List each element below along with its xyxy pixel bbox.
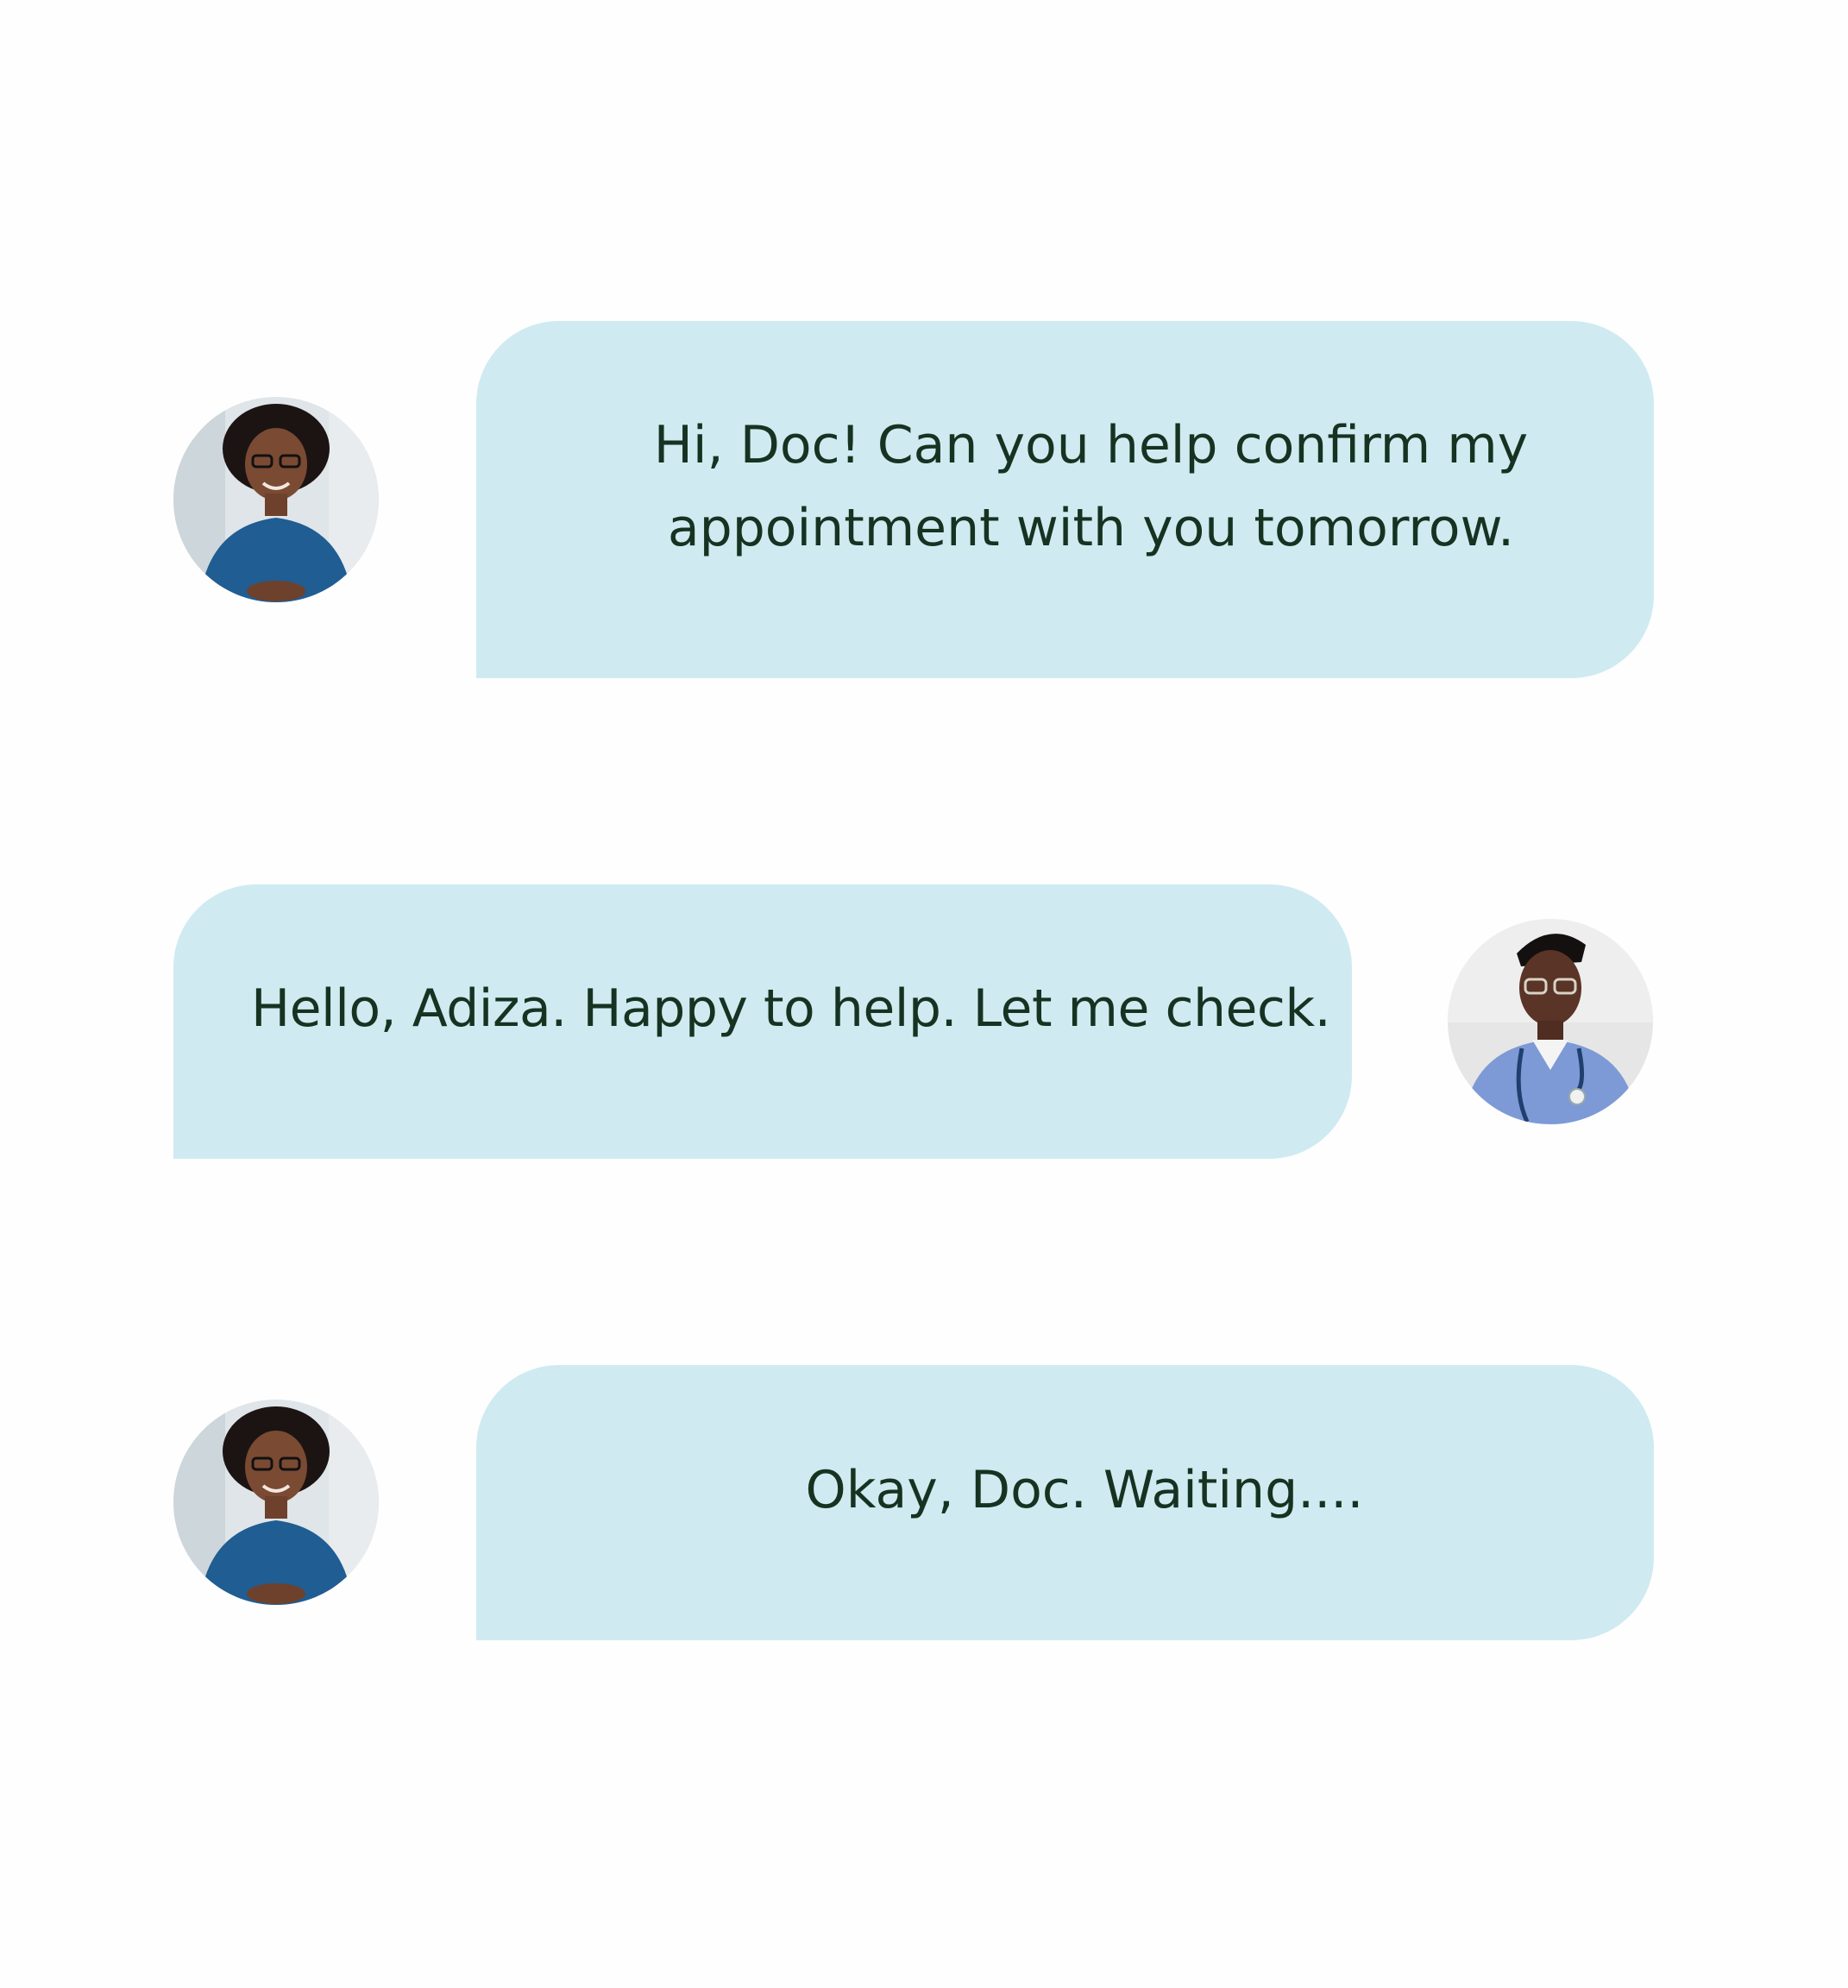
message-text: Okay, Doc. Waiting.... — [805, 1459, 1364, 1520]
doctor-avatar[interactable] — [1448, 919, 1653, 1124]
patient-avatar[interactable] — [173, 397, 379, 602]
woman-portrait-icon — [173, 397, 379, 602]
doctor-portrait-icon — [1448, 919, 1653, 1124]
message-bubble-doctor: Hello, Adiza. Happy to help. Let me chec… — [173, 884, 1352, 1159]
message-line: Hi, Doc! Can you help confirm my — [653, 415, 1529, 475]
message-text: Hello, Adiza. Happy to help. Let me chec… — [251, 978, 1331, 1039]
patient-avatar[interactable] — [173, 1400, 379, 1605]
message-bubble-patient: Hi, Doc! Can you help confirm my appoint… — [476, 321, 1654, 678]
message-text: Hi, Doc! Can you help confirm my appoint… — [654, 404, 1528, 569]
message-bubble-patient: Okay, Doc. Waiting.... — [476, 1365, 1654, 1640]
woman-portrait-icon — [173, 1400, 379, 1605]
message-line: appointment with you tomorrow. — [667, 498, 1515, 558]
